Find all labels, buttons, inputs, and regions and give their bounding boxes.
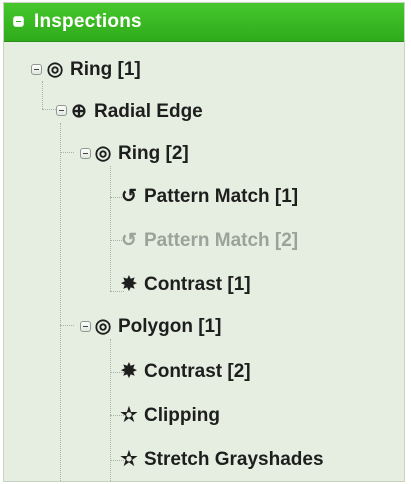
tree-node-polygon-1[interactable]: ◎ Polygon [1] xyxy=(92,313,222,341)
tree-node-label: Pattern Match [1] xyxy=(144,186,299,207)
tree-connector xyxy=(42,81,43,109)
tree-node-label: Ring [1] xyxy=(70,59,141,80)
tree-node-label: Polygon [1] xyxy=(118,316,222,337)
tree-node-label: Ring [2] xyxy=(118,143,189,164)
inspection-tree-panel: Inspections ◎ Ring [1] ⊕ Radial Edge ◎ Ring… xyxy=(3,2,405,482)
target-icon: ◎ xyxy=(94,316,112,337)
tree-node-ring-1[interactable]: ◎ Ring [1] xyxy=(44,56,141,84)
tree-connector xyxy=(60,123,61,481)
rotate-icon: ↺ xyxy=(121,186,137,207)
star-icon: ✫ xyxy=(121,449,137,470)
rotate-icon: ↺ xyxy=(121,230,137,251)
tree-connector xyxy=(60,152,74,153)
tree-root-inspections[interactable]: Inspections xyxy=(4,3,404,42)
tree-node-label: Clipping xyxy=(144,405,220,426)
burst-icon: ✸ xyxy=(121,361,137,382)
crosshair-icon: ⊕ xyxy=(71,101,87,122)
burst-icon: ✸ xyxy=(121,274,137,295)
tree-node-label: Radial Edge xyxy=(94,101,203,122)
tree-node-contrast-2[interactable]: ✸ Contrast [2] xyxy=(118,358,251,386)
collapse-icon[interactable] xyxy=(56,105,67,116)
collapse-icon[interactable] xyxy=(80,321,91,332)
tree-node-ring-2[interactable]: ◎ Ring [2] xyxy=(92,140,189,168)
tree-node-pattern-match-2[interactable]: ↺ Pattern Match [2] xyxy=(118,227,298,255)
target-icon: ◎ xyxy=(46,59,64,80)
tree-connector xyxy=(60,325,74,326)
target-icon: ◎ xyxy=(94,143,112,164)
tree-connector xyxy=(110,166,111,291)
collapse-icon[interactable] xyxy=(31,64,42,75)
tree-node-label: Pattern Match [2] xyxy=(144,230,299,251)
tree-node-label: Contrast [2] xyxy=(144,361,251,382)
tree-node-radial-edge[interactable]: ⊕ Radial Edge xyxy=(68,98,203,126)
tree-node-pattern-match-1[interactable]: ↺ Pattern Match [1] xyxy=(118,183,298,211)
tree-root-label: Inspections xyxy=(34,11,142,32)
tree-node-label: Contrast [1] xyxy=(144,274,251,295)
tree-node-contrast-1[interactable]: ✸ Contrast [1] xyxy=(118,271,251,299)
tree-connector xyxy=(42,109,56,110)
tree-node-stretch-grayshades[interactable]: ✫ Stretch Grayshades xyxy=(118,446,324,474)
collapse-icon[interactable] xyxy=(80,148,91,159)
tree-node-clipping[interactable]: ✫ Clipping xyxy=(118,402,220,430)
tree-node-label: Stretch Grayshades xyxy=(144,449,324,470)
star-icon: ✫ xyxy=(121,405,137,426)
collapse-icon[interactable] xyxy=(13,16,24,27)
